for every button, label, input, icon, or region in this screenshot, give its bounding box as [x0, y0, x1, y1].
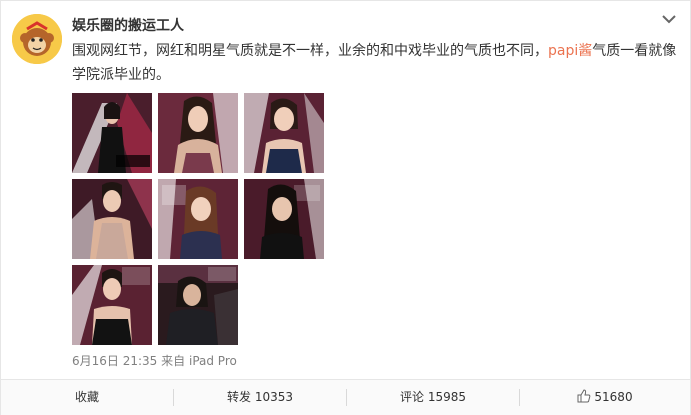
- monkey-avatar-icon: [12, 14, 62, 64]
- like-count: 51680: [594, 390, 633, 404]
- post-text-part: 围观网红节，网红和明星气质就是不一样，业余的和中戏毕业的气质也不同，: [72, 43, 548, 59]
- photo-thumbnail[interactable]: [158, 93, 238, 173]
- action-bar: 收藏 转发 10353 评论 15985 51680: [1, 379, 690, 415]
- weibo-post-card: 娱乐圈的搬运工人 围观网红节，网红和明星气质就是不一样，业余的和中戏毕业的气质也…: [0, 0, 691, 415]
- mention-link[interactable]: papi酱: [548, 43, 592, 59]
- comment-button[interactable]: 评论 15985: [347, 380, 519, 415]
- thumbs-up-icon: [577, 389, 591, 403]
- photo-thumbnail[interactable]: [72, 179, 152, 259]
- photo-thumbnail[interactable]: [72, 265, 152, 345]
- like-button[interactable]: 51680: [520, 380, 690, 415]
- source-prefix: 来自: [161, 354, 186, 368]
- photo-thumbnail[interactable]: [158, 179, 238, 259]
- photo-thumbnail[interactable]: [72, 93, 152, 173]
- username-link[interactable]: 娱乐圈的搬运工人: [72, 15, 184, 35]
- post-time[interactable]: 6月16日 21:35: [72, 354, 157, 368]
- favorite-button[interactable]: 收藏: [1, 380, 173, 415]
- post-source[interactable]: iPad Pro: [189, 354, 237, 368]
- photo-thumbnail[interactable]: [244, 93, 324, 173]
- post-text: 围观网红节，网红和明星气质就是不一样，业余的和中戏毕业的气质也不同，papi酱气…: [72, 39, 680, 87]
- chevron-down-icon[interactable]: [662, 14, 676, 24]
- repost-button[interactable]: 转发 10353: [174, 380, 346, 415]
- photo-thumbnail[interactable]: [244, 179, 324, 259]
- post-meta: 6月16日 21:35 来自 iPad Pro: [72, 352, 237, 369]
- avatar[interactable]: [12, 14, 62, 64]
- photo-thumbnail[interactable]: [158, 265, 238, 345]
